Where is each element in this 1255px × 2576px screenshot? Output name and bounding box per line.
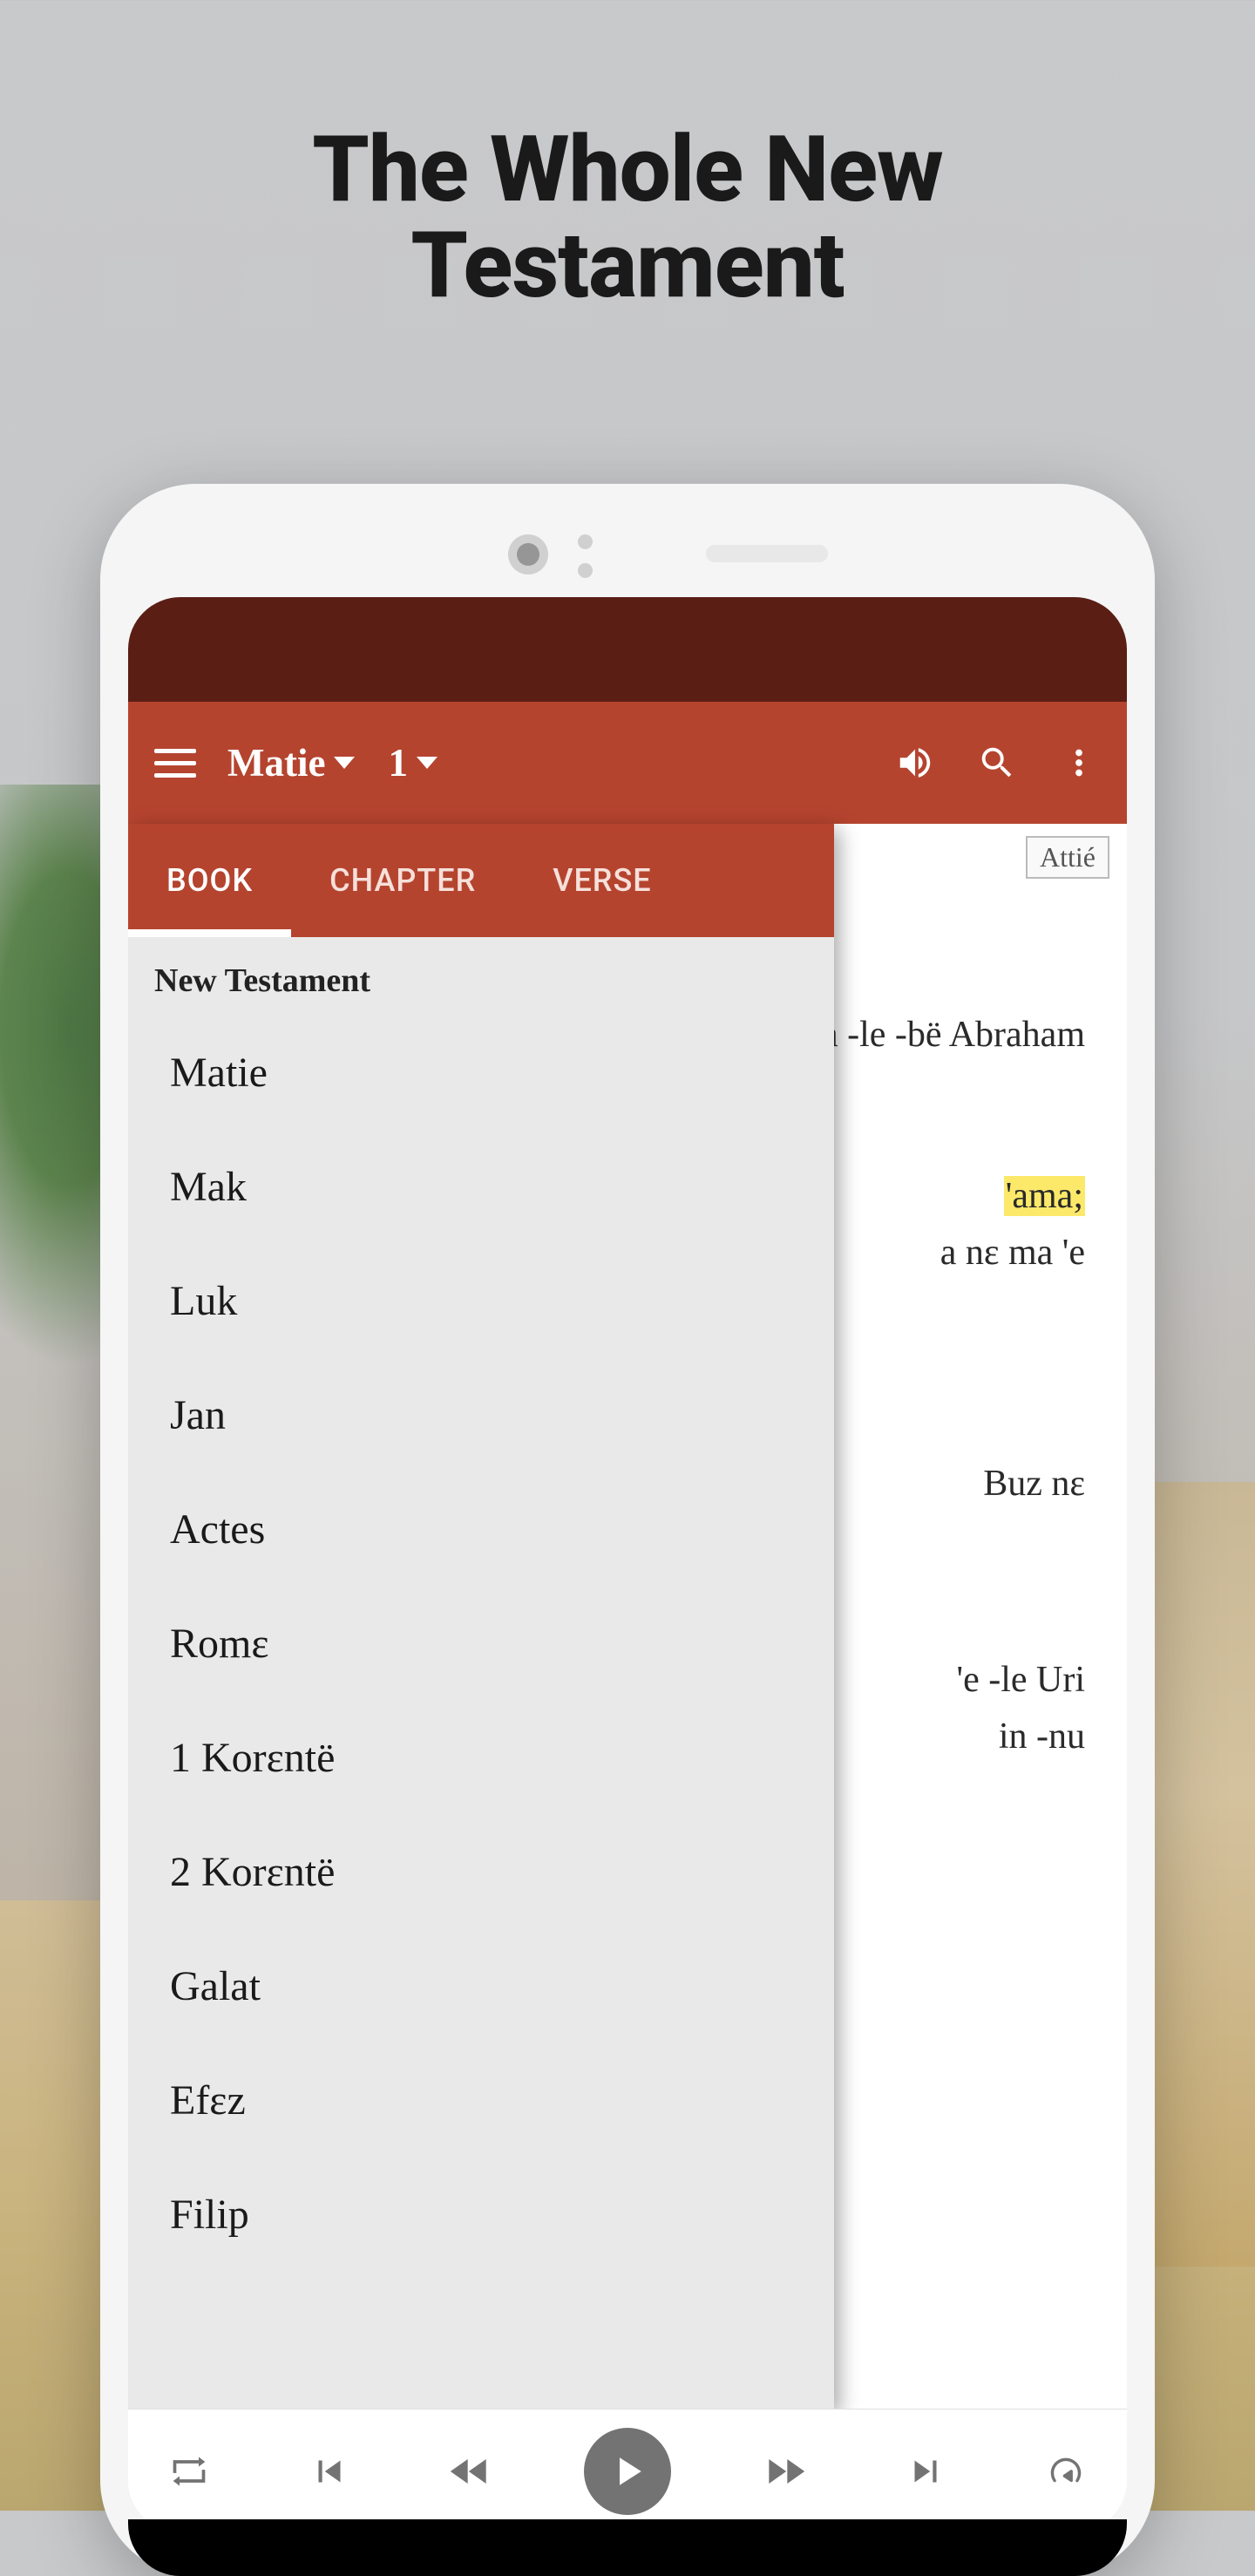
book-item[interactable]: 2 Korɛntë [128,1815,834,1929]
menu-icon[interactable] [154,742,196,784]
book-item[interactable]: Efɛz [128,2043,834,2158]
book-item[interactable]: Matie [128,1016,834,1130]
phone-camera [508,534,548,574]
tab-book[interactable]: BOOK [128,824,291,937]
rewind-icon[interactable] [444,2445,496,2498]
skip-prev-icon[interactable] [303,2445,356,2498]
content-area: Attié a -le -bë Abraham 'ama; a nɛ ma 'e… [128,824,1127,2532]
marketing-title: The Whole New Testament [0,122,1255,315]
book-item[interactable]: Actes [128,1472,834,1587]
book-item[interactable]: Romɛ [128,1587,834,1701]
android-nav-bar [128,2519,1127,2576]
app-screen: Matie 1 Attié a -le -bë Abraham [128,597,1127,2532]
book-item[interactable]: Mak [128,1130,834,1244]
chevron-down-icon[interactable] [334,757,355,769]
book-item[interactable]: Filip [128,2158,834,2272]
book-item[interactable]: Luk [128,1244,834,1358]
section-header: New Testament [128,937,834,1016]
book-dropdown: BOOK CHAPTER VERSE New Testament Matie M… [128,824,834,2410]
book-item[interactable]: Galat [128,1929,834,2043]
audio-icon[interactable] [893,741,937,785]
phone-speaker [706,545,828,562]
speed-icon[interactable] [1040,2445,1092,2498]
more-icon[interactable] [1057,741,1101,785]
app-toolbar: Matie 1 [128,702,1127,824]
search-icon[interactable] [975,741,1019,785]
status-bar [128,597,1127,702]
chapter-selector[interactable]: 1 [388,740,408,785]
tab-chapter[interactable]: CHAPTER [291,824,514,937]
audio-player [128,2409,1127,2532]
phone-frame: Matie 1 Attié a -le -bë Abraham [100,484,1155,2576]
book-item[interactable]: Jan [128,1358,834,1472]
repeat-icon[interactable] [163,2445,215,2498]
book-selector[interactable]: Matie [227,740,325,785]
phone-sensor-dots [578,534,593,578]
book-item[interactable]: 1 Korɛntë [128,1701,834,1815]
tab-verse[interactable]: VERSE [514,824,689,937]
dropdown-tabs: BOOK CHAPTER VERSE [128,824,834,937]
play-button[interactable] [584,2428,671,2515]
chevron-down-icon[interactable] [417,757,438,769]
forward-icon[interactable] [759,2445,811,2498]
skip-next-icon[interactable] [899,2445,952,2498]
